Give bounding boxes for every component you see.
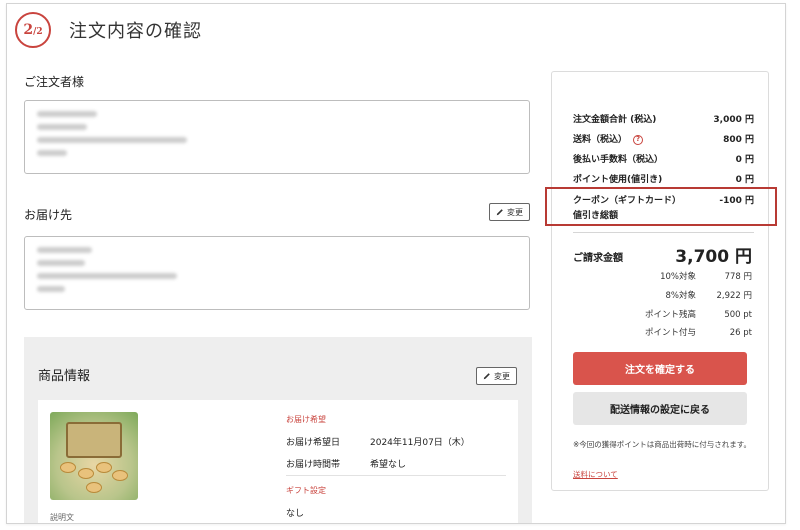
pencil-icon [496,209,503,216]
breakdown-row-point-grant: ポイント付与 26 pt [644,328,752,338]
product-edit-button[interactable]: 変更 [476,367,517,385]
order-summary: 注文金額合計 (税込) 3,000 円 送料（税込）? 800 円 後払い手数料… [545,71,777,491]
redacted-line [37,273,177,279]
summary-row-shipping: 送料（税込）? 800 円 [573,134,754,145]
redacted-line [37,124,87,130]
total-value: 3,700 円 [675,247,752,267]
confirm-order-button[interactable]: 注文を確定する [573,352,747,385]
delivery-heading: お届け先 [24,208,73,222]
points-note: ※今回の獲得ポイントは商品出荷時に付与されます。 [573,440,752,449]
delivery-wish-label: お届け希望 [286,415,326,424]
summary-row-points: ポイント使用(値引き) 0 円 [573,175,754,185]
shipping-info-link[interactable]: 送料について [573,469,618,480]
step-indicator: 2/2 [15,12,51,48]
breakdown-row-8pct: 8%対象 2,922 円 [665,291,753,301]
step-total: 2 [36,26,43,37]
redacted-line [37,111,97,117]
delivery-date-value: 2024年11月07日（木） [370,438,470,448]
total-label: ご請求金額 [573,253,623,264]
redacted-line [37,150,67,156]
product-card: 説明文 お届け希望 お届け希望日 2024年11月07日（木） お届け時間帯 希… [38,400,518,523]
breakdown-row-point-balance: ポイント残高 500 pt [644,310,752,320]
summary-row-coupon: クーポン（ギフトカード） -100 円 [573,196,754,206]
product-heading: 商品情報 [38,369,91,384]
redacted-line [37,260,85,266]
page-title: 注文内容の確認 [69,21,202,42]
redacted-line [37,137,187,143]
breakdown-row-10pct: 10%対象 778 円 [660,272,752,282]
summary-row-discount-total: 値引き総額 [573,211,619,221]
delivery-time-label: お届け時間帯 [286,460,341,470]
summary-row-fee: 後払い手数料（税込） 0 円 [573,155,754,165]
checkout-confirm-window: 2/2 注文内容の確認 ご注文者様 お届け先 変更 商品情報 変更 説明文 お届… [6,3,786,524]
redacted-line [37,247,92,253]
product-info-panel: 商品情報 変更 説明文 お届け希望 お届け希望日 2024年11月07日（木） … [24,337,532,523]
product-image[interactable] [50,412,138,500]
summary-divider [573,232,754,233]
delivery-date-label: お届け希望日 [286,438,341,448]
question-icon[interactable]: ? [633,134,644,145]
orderer-heading: ご注文者様 [24,75,85,89]
gift-setting-label: ギフト設定 [286,486,326,495]
product-caption: 説明文 [50,513,74,522]
orderer-info-box [24,100,530,174]
redacted-line [37,286,65,292]
pencil-icon [483,373,490,380]
back-to-shipping-button[interactable]: 配送情報の設定に戻る [573,392,747,425]
delivery-time-value: 希望なし [370,460,407,470]
delivery-info-box [24,236,530,310]
gift-setting-value: なし [286,509,305,519]
divider [286,475,506,476]
summary-row-subtotal: 注文金額合計 (税込) 3,000 円 [573,115,754,125]
delivery-edit-button[interactable]: 変更 [489,203,530,221]
step-current: 2 [23,22,34,38]
